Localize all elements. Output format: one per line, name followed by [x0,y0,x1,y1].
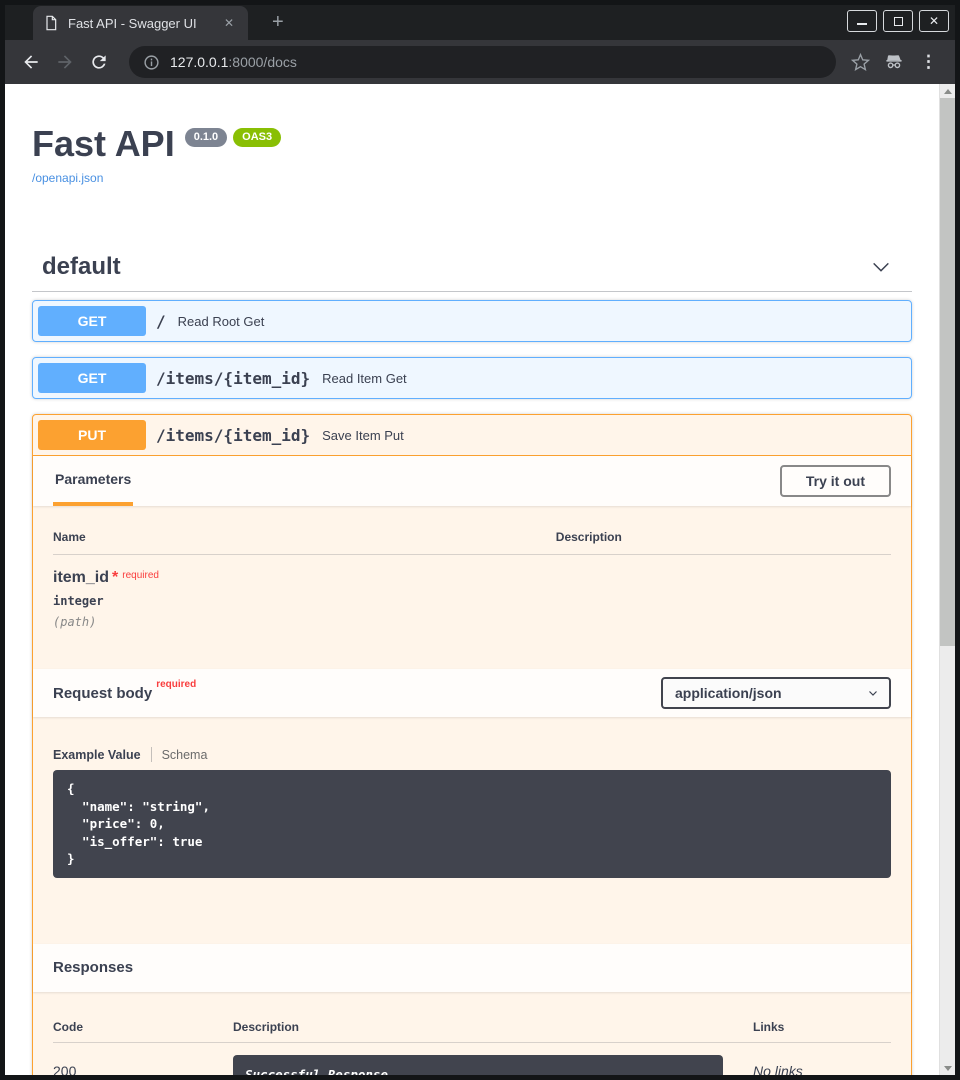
method-badge: GET [38,306,146,336]
back-button[interactable] [17,48,45,76]
maximize-icon [894,17,903,26]
url-path: :8000/docs [228,54,297,70]
op-summary: Read Root Get [178,314,265,329]
api-title: Fast API [32,122,175,165]
request-body-header: Request bodyrequired application/json [33,669,911,717]
op-path: /items/{item_id} [156,369,310,388]
swagger-page: Fast API 0.1.0 OAS3 /openapi.json defaul… [5,84,939,1075]
api-info: Fast API 0.1.0 OAS3 /openapi.json [32,84,912,187]
required-star: * [112,569,118,586]
param-name: item_id [53,569,109,586]
site-info-icon[interactable] [143,54,160,71]
opblock-get-root: GET / Read Root Get [32,300,912,342]
column-header-links: Links [753,1020,891,1034]
maximize-button[interactable] [883,10,913,32]
browser-menu-button[interactable]: ⋮ [914,52,943,72]
titlebar: Fast API - Swagger UI ✕ + ✕ [5,5,955,40]
browser-toolbar: 127.0.0.1:8000/docs ⋮ [5,40,955,84]
responses-title: Responses [53,959,133,976]
opblock-body: Parameters Try it out Name Description [33,456,911,1075]
minimize-icon [857,23,867,25]
minimize-button[interactable] [847,10,877,32]
scroll-up-arrow[interactable] [940,84,955,98]
oas3-badge: OAS3 [233,128,281,147]
response-description: Successful Response [233,1055,723,1075]
new-tab-button[interactable]: + [264,11,292,34]
media-type-select[interactable]: application/json [661,677,891,709]
column-header-response-description: Description [233,1020,753,1034]
parameters-header: Parameters Try it out [33,456,911,506]
browser-window: Fast API - Swagger UI ✕ + ✕ 127.0.0.1:80… [0,0,960,1080]
request-body-text: Request body [53,685,152,702]
opblock-summary[interactable]: GET /items/{item_id} Read Item Get [33,358,911,398]
parameter-row: item_id* required integer (path) [53,555,891,653]
close-button[interactable]: ✕ [919,10,949,32]
url-text: 127.0.0.1:8000/docs [170,54,297,70]
tag-section-default[interactable]: default [32,243,912,292]
tab-divider [151,747,152,762]
media-type-value: application/json [675,685,782,701]
op-summary: Save Item Put [322,428,404,443]
document-icon [43,15,59,31]
responses-header: Responses [33,944,911,992]
forward-button[interactable] [51,48,79,76]
url-host: 127.0.0.1 [170,54,228,70]
scroll-down-arrow[interactable] [940,1061,955,1075]
scrollbar[interactable] [939,84,955,1075]
window-controls: ✕ [847,10,949,32]
op-summary: Read Item Get [322,371,407,386]
try-it-out-button[interactable]: Try it out [780,465,891,497]
method-badge: PUT [38,420,146,450]
op-path: /items/{item_id} [156,426,310,445]
tab-example-value[interactable]: Example Value [53,748,141,762]
column-header-name: Name [53,530,556,544]
column-header-description: Description [556,530,891,544]
opblock-summary[interactable]: GET / Read Root Get [33,301,911,341]
method-badge: GET [38,363,146,393]
column-header-code: Code [53,1020,233,1034]
opblock-put-item: PUT /items/{item_id} Save Item Put Param… [32,414,912,1075]
page-viewport: Fast API 0.1.0 OAS3 /openapi.json defaul… [5,84,955,1075]
scrollbar-thumb[interactable] [940,98,955,646]
reload-button[interactable] [85,48,113,76]
tab-schema[interactable]: Schema [162,748,208,762]
opblock-summary[interactable]: PUT /items/{item_id} Save Item Put [33,415,911,456]
tab-title: Fast API - Swagger UI [68,16,211,31]
required-label: required [122,570,159,581]
response-links: No links [753,1055,891,1075]
request-body-required: required [156,679,196,690]
chevron-down-icon[interactable] [870,256,892,278]
op-path: / [156,312,166,331]
toolbar-right: ⋮ [846,48,943,76]
bookmark-star-icon[interactable] [846,48,874,76]
version-badge: 0.1.0 [185,128,227,147]
select-chevron-icon [867,687,879,699]
response-row-200: 200 Successful Response No links [53,1043,891,1075]
example-json-code: { "name": "string", "price": 0, "is_offe… [53,770,891,878]
browser-tab[interactable]: Fast API - Swagger UI ✕ [33,6,248,40]
param-type: integer [53,594,556,608]
parameters-table: Name Description item_id* required intege… [33,506,911,669]
tab-parameters[interactable]: Parameters [53,456,133,506]
tab-close-icon[interactable]: ✕ [220,14,238,32]
response-code: 200 [53,1055,233,1075]
param-location: (path) [53,615,556,629]
request-body-label: Request bodyrequired [53,684,196,702]
tag-name: default [42,253,121,281]
openapi-spec-link[interactable]: /openapi.json [32,171,103,185]
responses-table: Code Description Links 200 Successful Re… [33,992,911,1075]
opblock-get-item: GET /items/{item_id} Read Item Get [32,357,912,399]
request-body-example: Example Value Schema { "name": "string",… [33,717,911,878]
response-description-text: Successful Response [245,1067,388,1075]
incognito-icon [880,48,908,76]
address-bar[interactable]: 127.0.0.1:8000/docs [129,46,836,78]
